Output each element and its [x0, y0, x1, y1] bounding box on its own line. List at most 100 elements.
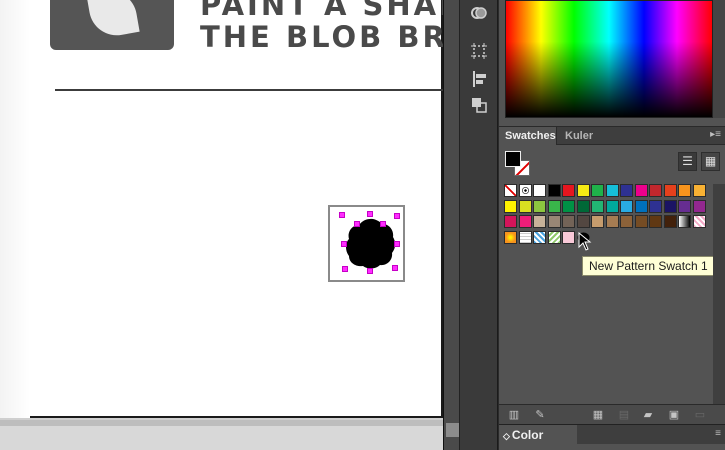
tab-kuler[interactable]: Kuler [559, 127, 599, 145]
divider-rule [55, 89, 443, 91]
tab-swatches[interactable]: Swatches [499, 127, 557, 145]
swatch-pattern-grid[interactable] [518, 230, 532, 244]
fill-stroke-control[interactable] [505, 151, 535, 181]
swatch-a67c52[interactable] [605, 215, 619, 228]
selection-handle[interactable] [342, 266, 348, 272]
swatch-d4145a[interactable] [504, 215, 517, 228]
swatch-1b1464[interactable] [663, 199, 677, 213]
swatch-662d91[interactable] [678, 199, 691, 213]
swatch-f8b133[interactable] [692, 184, 706, 197]
fill-swatch[interactable] [505, 151, 521, 167]
swatch-00a99d[interactable] [605, 199, 619, 213]
swatch-009245[interactable] [562, 199, 575, 213]
new-swatch-icon[interactable]: ▣ [667, 408, 681, 422]
panel-icon-dock [460, 0, 498, 450]
swatch-736357[interactable] [562, 215, 575, 228]
swatch-c7b299[interactable] [533, 215, 546, 228]
swatch-2e3192[interactable] [620, 184, 633, 197]
swatch-22b573[interactable] [591, 199, 604, 213]
color-panel-scrollbar[interactable] [713, 0, 725, 118]
canvas-vertical-scrollbar[interactable] [443, 0, 460, 450]
selection-handle[interactable] [394, 241, 400, 247]
tab-color-guide[interactable]: ◇Color Guide [499, 425, 577, 450]
scrollbar-thumb[interactable] [446, 423, 459, 437]
color-icon[interactable] [470, 4, 488, 22]
selection-handle[interactable] [339, 212, 345, 218]
leaf-icon [86, 0, 140, 40]
mouse-pointer-icon [578, 232, 592, 251]
swatches-tabbar: Swatches Kuler ▸≡ [499, 126, 725, 145]
swatch-42210b[interactable] [663, 215, 677, 228]
swatch-gradient-bw[interactable] [678, 215, 691, 228]
delete-swatch-icon[interactable]: ▭ [693, 408, 707, 422]
swatch-e6401c[interactable] [663, 184, 677, 197]
blob-swatch-tile[interactable] [328, 205, 405, 282]
place-swatches-icon[interactable]: ✎ [533, 408, 547, 422]
swatch-libraries-icon[interactable]: ▥ [507, 408, 521, 422]
selection-handle[interactable] [367, 268, 373, 274]
swatch-29abe2[interactable] [620, 199, 633, 213]
color-guide-body [499, 444, 725, 450]
document-canvas[interactable]: PAINT A SHAPE THE BLOB BRU [0, 0, 483, 450]
swatch-pattern-blue[interactable] [533, 230, 546, 244]
swatch-ffffff[interactable] [533, 184, 546, 197]
swatch-2e3192[interactable] [649, 199, 662, 213]
leaf-logo [50, 0, 174, 50]
swatch-tooltip: New Pattern Swatch 1 [582, 256, 715, 276]
swatch-8c6239[interactable] [620, 215, 633, 228]
artboard[interactable]: PAINT A SHAPE THE BLOB BRU [0, 0, 483, 418]
selection-handle[interactable] [367, 211, 373, 217]
selection-handle[interactable] [392, 265, 398, 271]
swatch-registration[interactable] [518, 184, 532, 197]
selection-handle[interactable] [354, 221, 360, 227]
swatch-0071bc[interactable] [634, 199, 648, 213]
swatch-006837[interactable] [576, 199, 590, 213]
swatch-15bfd8[interactable] [605, 184, 619, 197]
show-kinds-icon[interactable]: ▦ [591, 408, 605, 422]
illustrator-workspace: PAINT A SHAPE THE BLOB BRU Swatches Kule… [0, 0, 725, 450]
canvas-pasteboard [0, 420, 443, 450]
swatch-options-icon[interactable]: ▤ [617, 408, 631, 422]
swatch-8cc63f[interactable] [533, 199, 546, 213]
swatch-39b54a[interactable] [547, 199, 561, 213]
swatch-603813[interactable] [649, 215, 662, 228]
list-view-icon[interactable]: ☰ [678, 152, 697, 171]
pathfinder-icon[interactable] [470, 96, 488, 114]
panel-menu-icon[interactable]: ▸≡ [710, 129, 721, 140]
swatch-none[interactable] [504, 184, 517, 197]
collapse-arrow-icon: ◇ [503, 431, 510, 441]
swatch-000000[interactable] [547, 184, 561, 197]
swatches-scrollbar[interactable] [713, 184, 725, 404]
swatch-1fb24a[interactable] [591, 184, 604, 197]
swatch-pattern-pink[interactable] [692, 215, 706, 228]
artboards-icon[interactable] [470, 42, 488, 60]
grid-view-icon[interactable]: ▦ [701, 152, 720, 171]
swatch-pattern-green[interactable] [547, 230, 561, 244]
swatch-ed1e79[interactable] [518, 215, 532, 228]
swatch-gradient-orange[interactable] [504, 230, 517, 244]
swatch-f7941d[interactable] [678, 184, 691, 197]
swatch-ec008c[interactable] [634, 184, 648, 197]
swatch-f5ea14[interactable] [576, 184, 590, 197]
color-spectrum-picker[interactable] [505, 0, 713, 118]
color-guide-tabbar: ◇Color Guide ≡ [499, 424, 725, 450]
selection-handle[interactable] [380, 221, 386, 227]
swatch-fff200[interactable] [504, 199, 517, 213]
swatch-754c24[interactable] [634, 215, 648, 228]
selection-handle[interactable] [394, 213, 400, 219]
new-color-group-icon[interactable]: ▰ [641, 408, 655, 422]
swatch-998675[interactable] [547, 215, 561, 228]
swatch-c69c6d[interactable] [591, 215, 604, 228]
blob-shape[interactable] [342, 215, 398, 271]
swatch-c1272d[interactable] [649, 184, 662, 197]
swatches-bottom-bar: ▥ ✎ ▦ ▤ ▰ ▣ ▭ [499, 404, 725, 424]
swatch-f9c9d8[interactable] [562, 230, 575, 244]
swatch-534741[interactable] [576, 215, 590, 228]
selection-handle[interactable] [341, 241, 347, 247]
swatch-e6161f[interactable] [562, 184, 575, 197]
artboard-edge-shadow [0, 0, 30, 418]
align-icon[interactable] [470, 70, 488, 88]
swatch-93278f[interactable] [692, 199, 706, 213]
swatch-d9e021[interactable] [518, 199, 532, 213]
color-guide-menu-icon[interactable]: ≡ [715, 428, 721, 439]
